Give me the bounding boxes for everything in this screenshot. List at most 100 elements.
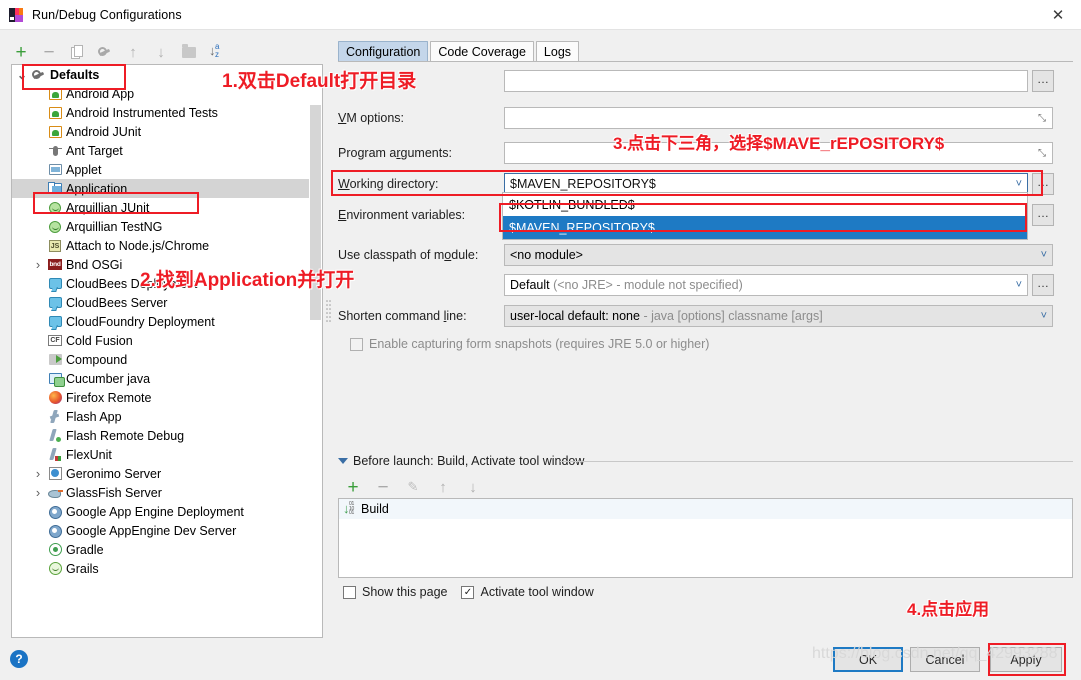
panel-splitter[interactable] xyxy=(326,300,331,324)
edit-task-pencil-icon[interactable]: ✎ xyxy=(400,475,426,499)
show-this-page-checkbox[interactable] xyxy=(343,586,356,599)
tree-item-grails[interactable]: Grails xyxy=(12,559,322,578)
task-row-build[interactable]: ↓ 011001 Build xyxy=(339,499,1072,519)
tree-item-label: FlexUnit xyxy=(64,448,112,462)
title-bar: Run/Debug Configurations ✕ xyxy=(0,0,1081,30)
activate-tool-window-checkbox[interactable]: ✓ xyxy=(461,586,474,599)
chevron-right-icon[interactable]: › xyxy=(30,257,46,272)
jre-browse-button[interactable]: … xyxy=(1032,274,1054,296)
tree-item-flexunit[interactable]: FlexUnit xyxy=(12,445,322,464)
move-up-button[interactable]: ↑ xyxy=(120,40,146,64)
tree-item-cloudfoundry-deployment[interactable]: CloudFoundry Deployment xyxy=(12,312,322,331)
tree-item-arquillian-testng[interactable]: Arquillian TestNG xyxy=(12,217,322,236)
close-icon[interactable]: ✕ xyxy=(1035,0,1081,30)
before-launch-task-list[interactable]: ↓ 011001 Build xyxy=(338,498,1073,578)
expand-icon[interactable]: ⤡ xyxy=(1038,149,1048,159)
tree-item-label: Android Instrumented Tests xyxy=(64,106,218,120)
main-class-row: … xyxy=(338,70,1073,92)
vm-options-input[interactable]: ⤡ xyxy=(504,107,1053,129)
environment-variables-browse-button[interactable]: … xyxy=(1032,204,1054,226)
tree-item-flash-remote-debug[interactable]: Flash Remote Debug xyxy=(12,426,322,445)
jre-select[interactable]: Default (<no JRE> - module not specified… xyxy=(504,274,1028,296)
shorten-command-line-select[interactable]: user-local default: none - java [options… xyxy=(504,305,1053,327)
use-classpath-of-module-value: <no module> xyxy=(510,248,583,262)
chevron-down-icon[interactable]: ˅ xyxy=(1016,178,1022,190)
annotation-step-2: 2.找到Application并打开 xyxy=(140,265,354,292)
add-configuration-button[interactable]: + xyxy=(8,40,34,64)
dropdown-item-kotlin-bundled[interactable]: $KOTLIN_BUNDLED$ xyxy=(503,193,1027,216)
move-task-up-button[interactable]: ↑ xyxy=(430,475,456,499)
use-classpath-of-module-select[interactable]: <no module> ˅ xyxy=(504,244,1053,266)
expand-icon[interactable]: ⤡ xyxy=(1038,114,1048,124)
tree-item-compound[interactable]: Compound xyxy=(12,350,322,369)
tree-item-ant-target[interactable]: Ant Target xyxy=(12,141,322,160)
tree-item-android-instrumented-tests[interactable]: Android Instrumented Tests xyxy=(12,103,322,122)
tree-item-google-appengine-dev-server[interactable]: Google AppEngine Dev Server xyxy=(12,521,322,540)
main-class-input[interactable] xyxy=(504,70,1028,92)
tree-item-applet[interactable]: Applet xyxy=(12,160,322,179)
tree-item-attach-to-node-js-chrome[interactable]: JSAttach to Node.js/Chrome xyxy=(12,236,322,255)
tree-item-arquillian-junit[interactable]: Arquillian JUnit xyxy=(12,198,322,217)
tree-item-application[interactable]: Application xyxy=(12,179,322,198)
tree-item-glassfish-server[interactable]: ›GlassFish Server xyxy=(12,483,322,502)
tree-item-label: Flash App xyxy=(64,410,122,424)
chevron-down-icon[interactable] xyxy=(338,458,348,464)
tree-item-android-junit[interactable]: Android JUnit xyxy=(12,122,322,141)
tree-item-cold-fusion[interactable]: CFCold Fusion xyxy=(12,331,322,350)
working-directory-browse-button[interactable]: … xyxy=(1032,173,1054,195)
dropdown-item-maven-repository[interactable]: $MAVEN_REPOSITORY$ xyxy=(503,216,1027,239)
tree-item-label: Applet xyxy=(64,163,101,177)
help-button[interactable]: ? xyxy=(10,650,28,668)
tree-item-flash-app[interactable]: Flash App xyxy=(12,407,322,426)
chevron-down-icon[interactable]: ˅ xyxy=(1041,310,1047,322)
edit-templates-wrench-icon[interactable] xyxy=(92,40,118,64)
flash-debug-icon xyxy=(46,429,64,442)
enable-capturing-label: Enable capturing form snapshots (require… xyxy=(369,337,709,351)
chevron-down-icon[interactable]: ˅ xyxy=(1016,279,1022,291)
enable-capturing-checkbox[interactable] xyxy=(350,338,363,351)
remove-task-button[interactable]: − xyxy=(370,475,396,499)
tree-item-cucumber-java[interactable]: Cucumber java xyxy=(12,369,322,388)
gae-icon xyxy=(46,524,64,537)
chevron-down-icon[interactable]: ˅ xyxy=(1041,249,1047,261)
tab-code-coverage[interactable]: Code Coverage xyxy=(430,41,534,62)
annotation-step-1: 1.双击Default打开目录 xyxy=(222,66,416,93)
before-launch-divider xyxy=(560,461,1073,462)
move-down-button[interactable]: ↓ xyxy=(148,40,174,64)
tree-item-cloudbees-server[interactable]: CloudBees Server xyxy=(12,293,322,312)
chevron-right-icon[interactable]: › xyxy=(30,466,46,481)
android-icon xyxy=(46,126,64,138)
cloud-icon xyxy=(46,316,64,327)
main-class-browse-button[interactable]: … xyxy=(1032,70,1054,92)
copy-configuration-button[interactable] xyxy=(64,40,90,64)
tab-logs[interactable]: Logs xyxy=(536,41,579,62)
remove-configuration-button[interactable]: − xyxy=(36,40,62,64)
tree-scrollbar[interactable] xyxy=(309,65,322,637)
move-task-down-button[interactable]: ↓ xyxy=(460,475,486,499)
tree-item-firefox-remote[interactable]: Firefox Remote xyxy=(12,388,322,407)
before-launch-header[interactable]: Before launch: Build, Activate tool wind… xyxy=(338,454,584,468)
tree-item-geronimo-server[interactable]: ›Geronimo Server xyxy=(12,464,322,483)
tree-item-label: Gradle xyxy=(64,543,104,557)
chevron-down-icon[interactable]: ⌄ xyxy=(14,71,30,79)
tree-item-google-app-engine-deployment[interactable]: Google App Engine Deployment xyxy=(12,502,322,521)
window-title: Run/Debug Configurations xyxy=(32,8,182,22)
tree-item-gradle[interactable]: Gradle xyxy=(12,540,322,559)
sort-configurations-button[interactable]: ↓az xyxy=(204,40,230,64)
add-task-button[interactable]: + xyxy=(340,475,366,499)
annotation-step-3: 3.点击下三角，选择$MAVE_rEPOSITORY$ xyxy=(613,129,944,154)
working-directory-dropdown[interactable]: $KOTLIN_BUNDLED$ $MAVEN_REPOSITORY$ xyxy=(502,192,1028,240)
tab-configuration[interactable]: Configuration xyxy=(338,41,428,62)
configurations-tree[interactable]: ⌄DefaultsAndroid AppAndroid Instrumented… xyxy=(11,64,323,638)
configuration-tabs: Configuration Code Coverage Logs xyxy=(338,40,581,62)
chevron-right-icon[interactable]: › xyxy=(30,485,46,500)
watermark: https://blog.csdn.net/qq_42993288 xyxy=(812,645,1058,663)
tree-item-label: Application xyxy=(64,182,127,196)
before-launch-title: Before launch: Build, Activate tool wind… xyxy=(353,454,584,468)
cloud-icon xyxy=(46,297,64,308)
task-label: Build xyxy=(361,502,389,516)
intellij-idea-icon xyxy=(8,7,24,23)
tree-item-label: Android App xyxy=(64,87,134,101)
enable-capturing-row[interactable]: Enable capturing form snapshots (require… xyxy=(350,337,709,351)
new-folder-button[interactable] xyxy=(176,40,202,64)
